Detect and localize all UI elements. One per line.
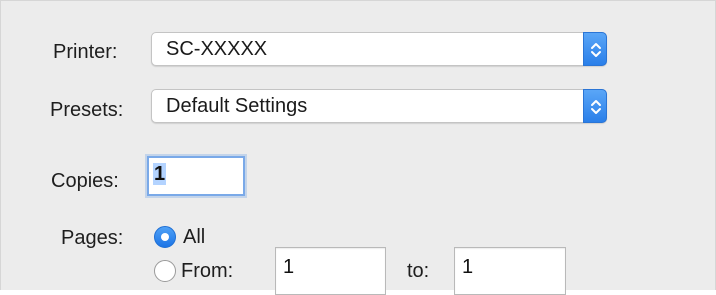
pages-to-field[interactable]: 1 bbox=[454, 247, 566, 295]
printer-popup-value: SC-XXXXX bbox=[166, 38, 268, 60]
pages-from-label: From: bbox=[181, 260, 234, 282]
copies-value: 1 bbox=[153, 163, 167, 185]
presets-popup[interactable]: Default Settings bbox=[151, 89, 607, 123]
printer-label: Printer: bbox=[53, 41, 118, 63]
copies-label: Copies: bbox=[51, 170, 119, 192]
pages-all-label: All bbox=[183, 226, 206, 248]
pages-to-value: 1 bbox=[462, 256, 474, 278]
pages-from-value: 1 bbox=[283, 256, 295, 278]
updown-chevron-icon[interactable] bbox=[583, 32, 607, 66]
copies-field[interactable]: 1 bbox=[147, 156, 245, 196]
printer-popup[interactable]: SC-XXXXX bbox=[151, 32, 607, 66]
pages-to-label: to: bbox=[407, 260, 430, 282]
updown-chevron-icon[interactable] bbox=[583, 89, 607, 123]
pages-from-radio[interactable] bbox=[154, 260, 176, 282]
print-dialog: Printer: SC-XXXXX Presets: Default Setti… bbox=[0, 0, 716, 295]
pages-from-field[interactable]: 1 bbox=[275, 247, 386, 295]
presets-label: Presets: bbox=[50, 99, 124, 121]
pages-all-radio[interactable] bbox=[154, 226, 176, 248]
pages-label: Pages: bbox=[61, 227, 124, 249]
presets-popup-value: Default Settings bbox=[166, 95, 308, 117]
